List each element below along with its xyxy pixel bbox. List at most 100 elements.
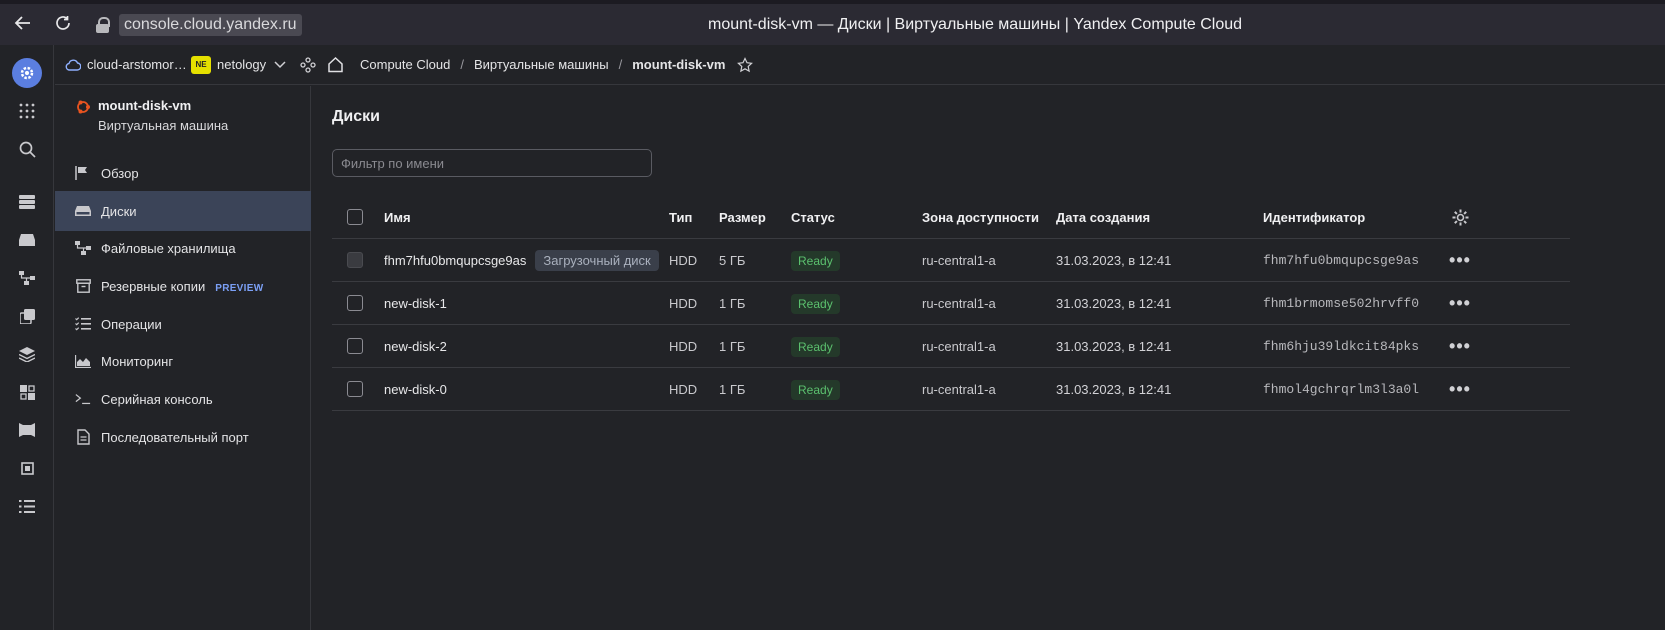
breadcrumb-separator: /: [618, 57, 623, 72]
disk-zone: ru-central1-a: [922, 253, 996, 268]
cloud-selector[interactable]: cloud-arstomor…: [65, 57, 187, 72]
sidebar-item-overview[interactable]: Обзор: [55, 153, 311, 193]
boot-disk-badge: Загрузочный диск: [535, 250, 659, 271]
row-name-cell: new-disk-2: [384, 325, 447, 368]
breadcrumb: Compute Cloud / Виртуальные машины / mou…: [360, 56, 754, 73]
terminal-icon: [75, 391, 91, 407]
share-nodes-icon[interactable]: [300, 57, 316, 76]
status-cell: Ready: [791, 325, 840, 368]
disk-zone: ru-central1-a: [922, 339, 996, 354]
status-badge: Ready: [791, 336, 840, 357]
column-header-status[interactable]: Статус: [791, 196, 835, 239]
status-cell: Ready: [791, 368, 840, 411]
window-title: mount-disk-vm — Диски | Виртуальные маши…: [708, 16, 1243, 33]
column-header-name[interactable]: Имя: [384, 196, 411, 239]
table-row[interactable]: new-disk-1 HDD 1 ГБ Ready ru-central1-a …: [332, 282, 1570, 325]
disk-type: HDD: [669, 339, 698, 354]
disk-name[interactable]: new-disk-2: [384, 339, 447, 354]
service-rail: [0, 45, 54, 630]
column-header-created[interactable]: Дата создания: [1056, 196, 1150, 239]
search-icon[interactable]: [12, 134, 42, 164]
breadcrumb-compute-cloud[interactable]: Compute Cloud: [360, 57, 450, 72]
disk-type: HDD: [669, 296, 698, 311]
sidebar-item-monitoring[interactable]: Мониторинг: [55, 341, 311, 381]
sidebar-item-label: Операции: [101, 316, 162, 332]
row-name-cell: new-disk-0: [384, 368, 447, 411]
disk-name[interactable]: new-disk-1: [384, 296, 447, 311]
servers-icon[interactable]: [12, 187, 42, 217]
disk-name[interactable]: fhm7hfu0bmqupcsge9as: [384, 253, 526, 268]
column-header-type[interactable]: Тип: [669, 196, 692, 239]
status-cell: Ready: [791, 282, 840, 325]
yandex-cloud-logo-icon[interactable]: [12, 58, 42, 88]
back-icon[interactable]: [6, 6, 40, 40]
sidebar-item-serial-port[interactable]: Последовательный порт: [55, 417, 311, 457]
sidebar-item-disks[interactable]: Диски: [55, 191, 311, 231]
placement-icon[interactable]: [12, 377, 42, 407]
table-row[interactable]: new-disk-0 HDD 1 ГБ Ready ru-central1-a …: [332, 368, 1570, 411]
status-badge: Ready: [791, 250, 840, 271]
sidebar-item-label: Мониторинг: [101, 353, 174, 369]
address-bar[interactable]: console.cloud.yandex.ru: [96, 14, 302, 36]
table-row[interactable]: new-disk-2 HDD 1 ГБ Ready ru-central1-a …: [332, 325, 1570, 368]
chevron-down-icon: [274, 60, 286, 68]
table-settings-icon[interactable]: [1450, 196, 1470, 239]
top-navigation: cloud-arstomor… NE netology Compute Clou…: [55, 45, 1665, 85]
sidebar-item-serial-console[interactable]: Серийная консоль: [55, 379, 311, 419]
disk-name[interactable]: new-disk-0: [384, 382, 447, 397]
column-header-size[interactable]: Размер: [719, 196, 766, 239]
disk-created: 31.03.2023, в 12:41: [1056, 296, 1172, 311]
disk-type: HDD: [669, 382, 698, 397]
row-checkbox[interactable]: [347, 295, 363, 311]
sidebar-item-label: Резервные копии: [101, 278, 206, 294]
copies-icon[interactable]: [12, 301, 42, 331]
chart-area-icon: [75, 353, 91, 369]
row-actions-button[interactable]: •••: [1449, 239, 1470, 282]
main-content: Диски Имя Тип Размер Статус Зона доступн…: [312, 86, 1665, 630]
table-row[interactable]: fhm7hfu0bmqupcsge9as Загрузочный диск HD…: [332, 239, 1570, 282]
breadcrumb-virtual-machines[interactable]: Виртуальные машины: [474, 57, 609, 72]
disk-id: fhm1brmomse502hrvff0: [1263, 296, 1420, 311]
ubuntu-logo-icon: [77, 100, 90, 114]
row-actions-button[interactable]: •••: [1449, 282, 1470, 325]
task-list-icon[interactable]: [12, 491, 42, 521]
disk-size: 1 ГБ: [719, 382, 746, 397]
disk-size: 1 ГБ: [719, 339, 746, 354]
vm-type: Виртуальная машина: [98, 118, 229, 133]
row-checkbox[interactable]: [347, 381, 363, 397]
name-filter-input[interactable]: [332, 149, 652, 177]
lock-icon: [96, 17, 110, 33]
flag-icon: [75, 165, 91, 181]
preview-badge: PREVIEW: [215, 282, 264, 294]
status-badge: Ready: [791, 379, 840, 400]
row-actions-button[interactable]: •••: [1449, 368, 1470, 411]
row-actions-button[interactable]: •••: [1449, 325, 1470, 368]
sidebar-item-operations[interactable]: Операции: [55, 304, 311, 344]
disk-drive-icon[interactable]: [12, 225, 42, 255]
select-all-checkbox[interactable]: [347, 209, 363, 225]
frame-icon[interactable]: [12, 453, 42, 483]
vm-sidebar: mount-disk-vm Виртуальная машина Обзор Д…: [55, 86, 311, 630]
disk-created: 31.03.2023, в 12:41: [1056, 382, 1172, 397]
home-icon[interactable]: [327, 56, 344, 76]
folder-selector[interactable]: NE netology: [191, 55, 286, 74]
star-icon[interactable]: [737, 56, 754, 73]
column-header-id[interactable]: Идентификатор: [1263, 196, 1365, 239]
column-header-zone[interactable]: Зона доступности: [922, 196, 1039, 239]
sidebar-item-label: Диски: [101, 203, 137, 219]
vm-name: mount-disk-vm: [98, 98, 192, 113]
breadcrumb-current-vm: mount-disk-vm: [632, 57, 726, 72]
disk-id: fhm6hju39ldkcit84pks: [1263, 339, 1420, 354]
status-cell: Ready: [791, 239, 840, 282]
sidebar-item-backups[interactable]: Резервные копии PREVIEW: [55, 266, 311, 306]
network-icon[interactable]: [12, 263, 42, 293]
sidebar-item-label: Файловые хранилища: [101, 240, 236, 256]
url-text[interactable]: console.cloud.yandex.ru: [119, 14, 302, 36]
services-grid-icon[interactable]: [12, 96, 42, 126]
row-checkbox[interactable]: [347, 338, 363, 354]
browser-toolbar: console.cloud.yandex.ru mount-disk-vm — …: [0, 0, 1665, 45]
reload-icon[interactable]: [46, 6, 80, 40]
sidebar-item-file-storage[interactable]: Файловые хранилища: [55, 228, 311, 268]
snapshot-icon[interactable]: [12, 415, 42, 445]
layers-icon[interactable]: [12, 339, 42, 369]
